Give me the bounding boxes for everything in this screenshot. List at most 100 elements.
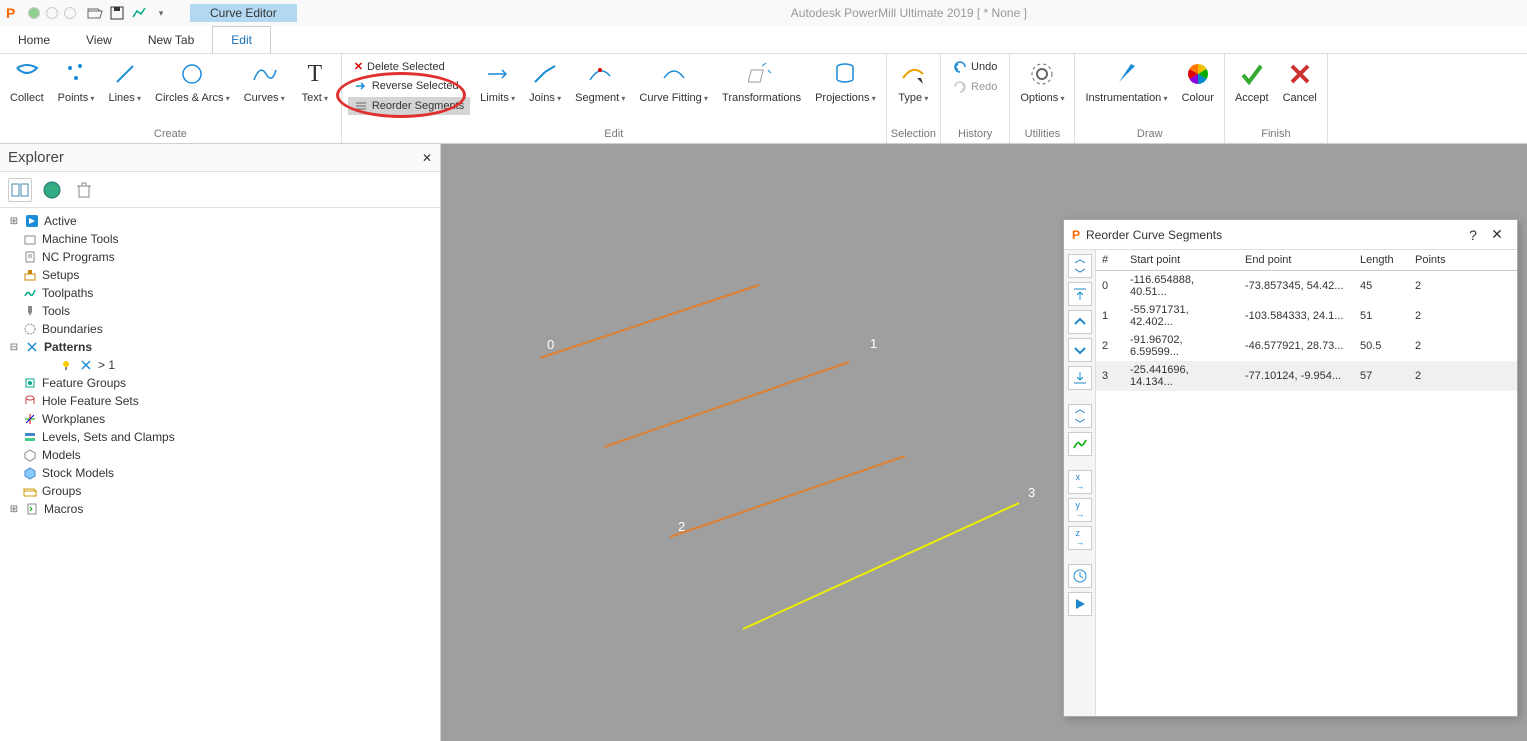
tab-edit[interactable]: Edit	[212, 26, 271, 53]
column-header[interactable]: #	[1096, 250, 1124, 271]
tool-down-icon[interactable]	[1068, 338, 1092, 362]
tool-play-icon[interactable]	[1068, 592, 1092, 616]
segment-button[interactable]: Segment	[569, 56, 631, 106]
curve-2[interactable]	[670, 456, 905, 537]
expander-icon[interactable]: ⊟	[8, 342, 20, 353]
tree-item[interactable]: Workplanes	[4, 410, 436, 428]
help-icon[interactable]: ?	[1461, 227, 1485, 243]
tree-item[interactable]: Stock Models	[4, 464, 436, 482]
tool-bottom-icon[interactable]	[1068, 366, 1092, 390]
column-header[interactable]: Start point	[1124, 250, 1239, 271]
curve-1[interactable]	[604, 362, 849, 447]
tool-auto-icon[interactable]	[1068, 432, 1092, 456]
dropdown-icon[interactable]: ▾	[152, 4, 170, 22]
dialog-header[interactable]: P Reorder Curve Segments ? ✕	[1064, 220, 1517, 250]
reorder-segments-button[interactable]: Reorder Segments	[348, 97, 470, 115]
table-cell: 57	[1354, 361, 1409, 391]
points-icon	[60, 58, 92, 90]
ribbon-group-utilities: Options Utilities	[1010, 54, 1075, 143]
curve-label-1: 1	[870, 336, 877, 351]
curves-button[interactable]: Curves	[238, 56, 291, 106]
dot[interactable]	[46, 7, 58, 19]
dot[interactable]	[64, 7, 76, 19]
table-row[interactable]: 3-25.441696, 14.134...-77.10124, -9.954.…	[1096, 361, 1517, 391]
limits-button[interactable]: Limits	[474, 56, 521, 106]
delete-selected-button[interactable]: ✕Delete Selected	[348, 58, 470, 75]
lines-button[interactable]: Lines	[102, 56, 147, 106]
curve-label-0: 0	[547, 337, 554, 352]
tool-x-icon[interactable]: x→	[1068, 470, 1092, 494]
reverse-selected-button[interactable]: Reverse Selected	[348, 77, 470, 95]
column-header[interactable]: Length	[1354, 250, 1409, 271]
tree-item[interactable]: NC Programs	[4, 248, 436, 266]
levels-icon	[22, 429, 38, 445]
tree-label: Feature Groups	[42, 376, 126, 390]
accept-button[interactable]: Accept	[1229, 56, 1275, 106]
tree-item[interactable]: Models	[4, 446, 436, 464]
column-header[interactable]: End point	[1239, 250, 1354, 271]
text-button[interactable]: TText	[293, 56, 337, 106]
globe-icon[interactable]	[40, 178, 64, 202]
options-button[interactable]: Options	[1014, 56, 1070, 106]
circles-arcs-button[interactable]: Circles & Arcs	[149, 56, 236, 106]
collect-button[interactable]: Collect	[4, 56, 50, 106]
save-icon[interactable]	[108, 4, 126, 22]
tree-item[interactable]: Hole Feature Sets	[4, 392, 436, 410]
tree-item[interactable]: ⊞Macros	[4, 500, 436, 518]
curve-fitting-button[interactable]: Curve Fitting	[633, 56, 714, 106]
tree-item[interactable]: Tools	[4, 302, 436, 320]
tool-z-icon[interactable]: z→	[1068, 526, 1092, 550]
tab-new[interactable]: New Tab	[130, 27, 212, 53]
projections-button[interactable]: Projections	[809, 56, 882, 106]
undo-button[interactable]: Undo	[947, 58, 1003, 76]
instrumentation-button[interactable]: Instrumentation	[1079, 56, 1173, 106]
tool-time-icon[interactable]	[1068, 564, 1092, 588]
colour-button[interactable]: Colour	[1176, 56, 1220, 106]
expander-icon[interactable]: ⊞	[8, 216, 20, 227]
table-row[interactable]: 2-91.96702, 6.59599...-46.577921, 28.73.…	[1096, 331, 1517, 361]
transformations-button[interactable]: Transformations	[716, 56, 807, 106]
tree-item[interactable]: > 1	[4, 356, 436, 374]
column-header[interactable]: Points	[1409, 250, 1517, 271]
curve-0[interactable]	[540, 285, 759, 358]
tool-swap-icon[interactable]	[1068, 254, 1092, 278]
setups-icon	[22, 267, 38, 283]
table-cell: -77.10124, -9.954...	[1239, 361, 1354, 391]
tree-item[interactable]: ⊟Patterns	[4, 338, 436, 356]
tree-item[interactable]: Boundaries	[4, 320, 436, 338]
tool-reverse-icon[interactable]	[1068, 404, 1092, 428]
table-row[interactable]: 0-116.654888, 40.51...-73.857345, 54.42.…	[1096, 271, 1517, 302]
close-icon[interactable]: ✕	[1485, 226, 1509, 243]
tree-item[interactable]: ⊞Active	[4, 212, 436, 230]
viewport[interactable]: 0 1 2 3 P Reorder Curve Segments ? ✕	[441, 144, 1527, 741]
tree-item[interactable]: Machine Tools	[4, 230, 436, 248]
dot[interactable]	[28, 7, 40, 19]
close-icon[interactable]: ✕	[422, 151, 432, 165]
tab-home[interactable]: Home	[0, 27, 68, 53]
trash-icon[interactable]	[72, 178, 96, 202]
redo-button[interactable]: Redo	[947, 78, 1003, 96]
type-button[interactable]: Type	[891, 56, 935, 106]
chart-icon[interactable]	[130, 4, 148, 22]
panels-icon[interactable]	[8, 178, 32, 202]
open-icon[interactable]	[86, 4, 104, 22]
cancel-button[interactable]: Cancel	[1277, 56, 1323, 106]
tree-item[interactable]: Toolpaths	[4, 284, 436, 302]
tab-view[interactable]: View	[68, 27, 130, 53]
table-row[interactable]: 1-55.971731, 42.402...-103.584333, 24.1.…	[1096, 301, 1517, 331]
projections-icon	[829, 58, 861, 90]
tree-item[interactable]: Groups	[4, 482, 436, 500]
workplane-icon	[22, 411, 38, 427]
tree-item[interactable]: Feature Groups	[4, 374, 436, 392]
tool-top-icon[interactable]	[1068, 282, 1092, 306]
expander-icon[interactable]: ⊞	[8, 504, 20, 515]
tree-item[interactable]: Levels, Sets and Clamps	[4, 428, 436, 446]
curve-3[interactable]	[743, 503, 1019, 629]
tree-label: Models	[42, 448, 81, 462]
tool-up-icon[interactable]	[1068, 310, 1092, 334]
tree-item[interactable]: Setups	[4, 266, 436, 284]
tool-y-icon[interactable]: y→	[1068, 498, 1092, 522]
joins-button[interactable]: Joins	[523, 56, 567, 106]
curve-label-3: 3	[1028, 485, 1035, 500]
points-button[interactable]: Points	[52, 56, 101, 106]
